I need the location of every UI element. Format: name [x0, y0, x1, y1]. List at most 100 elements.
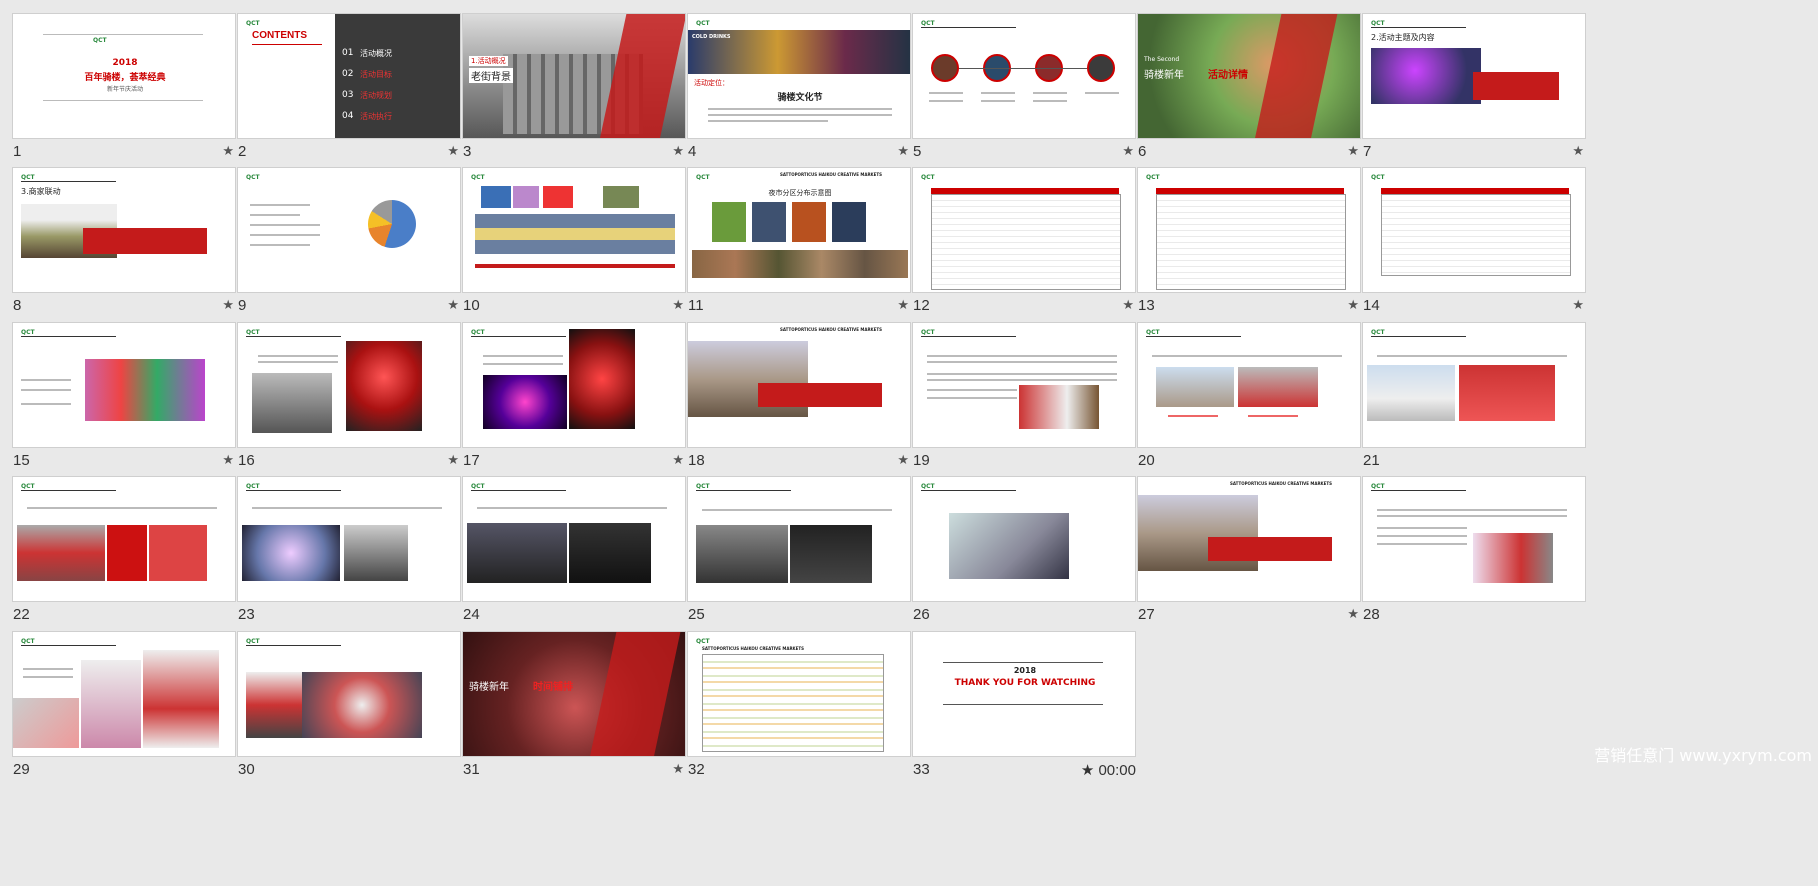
slide-thumbnail[interactable]: 2018 THANK YOU FOR WATCHING 33 ★ 00:00 [912, 631, 1138, 781]
slide-preview[interactable]: QCT [912, 13, 1136, 139]
slide-thumbnail[interactable]: SATTOPORTICUS HAIKOU CREATIVE MARKETS 27… [1137, 476, 1363, 626]
slide-thumbnail[interactable]: QCT SATTOPORTICUS HAIKOU CREATIVE MARKET… [687, 167, 913, 317]
slide-thumbnail[interactable]: QCT 10 ★ [462, 167, 688, 317]
slide-thumbnail[interactable]: QCT 16 ★ [237, 322, 463, 472]
slide-preview[interactable]: QCT [912, 322, 1136, 448]
slide-title: 夜市分区分布示意图 [768, 189, 832, 197]
slide-thumbnail[interactable]: QCT 9 ★ [237, 167, 463, 317]
header-banner: SATTOPORTICUS HAIKOU CREATIVE MARKETS [780, 327, 882, 332]
slide-thumbnail[interactable]: QCT 22 [12, 476, 238, 626]
header-banner: SATTOPORTICUS HAIKOU CREATIVE MARKETS [702, 646, 804, 651]
slide-thumbnail[interactable]: The Second 骑楼新年 活动详情 6 ★ [1137, 13, 1363, 163]
slide-preview[interactable]: QCT [237, 167, 461, 293]
slide-number: 22 [13, 606, 30, 623]
slide-preview[interactable]: SATTOPORTICUS HAIKOU CREATIVE MARKETS [1137, 476, 1361, 602]
slide-title: 百年骑楼，荟萃经典 [84, 73, 166, 83]
slide-sorter-grid: QCT 2018 百年骑楼，荟萃经典 新年节庆活动 1 ★ QCT CONTEN… [0, 0, 1818, 886]
slide-thumbnail[interactable]: QCT 28 [1362, 476, 1588, 626]
star-icon: ★ [1572, 298, 1584, 313]
slide-preview[interactable]: QCT 2.活动主题及内容 [1362, 13, 1586, 139]
slide-thumbnail[interactable]: QCT 13 ★ [1137, 167, 1363, 317]
slide-thumbnail[interactable]: QCT 29 [12, 631, 238, 781]
slide-title-highlight: 时间铺排 [533, 682, 573, 693]
slide-preview[interactable]: The Second 骑楼新年 活动详情 [1137, 13, 1361, 139]
slide-preview[interactable]: QCT [1362, 322, 1586, 448]
slide-preview[interactable]: QCT 2018 百年骑楼，荟萃经典 新年节庆活动 [12, 13, 236, 139]
section-label: 2.活动主题及内容 [1371, 33, 1435, 42]
slide-logo: QCT [1371, 483, 1385, 490]
slide-preview[interactable]: QCT [1362, 167, 1586, 293]
star-icon: ★ [447, 298, 459, 313]
slide-thumbnail[interactable]: QCT 23 [237, 476, 463, 626]
slide-preview[interactable]: QCT [237, 631, 461, 757]
slide-logo: QCT [1371, 329, 1385, 336]
slide-preview[interactable]: QCT [237, 322, 461, 448]
slide-thumbnail[interactable]: QCT 24 [462, 476, 688, 626]
slide-thumbnail[interactable]: QCT 25 [687, 476, 913, 626]
section-label: 活动定位： [694, 79, 729, 87]
slide-preview[interactable]: QCT [1362, 476, 1586, 602]
toc-item: 活动规划 [360, 91, 392, 100]
slide-preview[interactable]: 骑楼新年 时间铺排 [462, 631, 686, 757]
slide-thumbnail[interactable]: SATTOPORTICUS HAIKOU CREATIVE MARKETS 18… [687, 322, 913, 472]
toc-item: 活动执行 [360, 112, 392, 121]
slide-thumbnail[interactable]: QCT 21 [1362, 322, 1588, 472]
slide-preview[interactable]: QCT 3.商家联动 [12, 167, 236, 293]
slide-logo: QCT [921, 483, 935, 490]
slide-thumbnail[interactable]: 1.活动概况 老街背景 3 ★ [462, 13, 688, 163]
slide-preview[interactable]: QCT [12, 322, 236, 448]
slide-preview[interactable]: QCT [1137, 322, 1361, 448]
star-icon: ★ [672, 298, 684, 313]
slide-preview[interactable]: QCT [687, 476, 911, 602]
slide-number: 24 [463, 606, 480, 623]
slide-logo: QCT [246, 329, 260, 336]
slide-preview[interactable]: QCT [462, 322, 686, 448]
slide-title: 骑楼新年 [469, 682, 509, 693]
star-icon: ★ [897, 298, 909, 313]
slide-preview[interactable]: QCT [462, 476, 686, 602]
slide-preview[interactable]: QCT [12, 476, 236, 602]
slide-preview[interactable]: QCT [237, 476, 461, 602]
slide-thumbnail[interactable]: QCT 12 ★ [912, 167, 1138, 317]
slide-preview[interactable]: 1.活动概况 老街背景 [462, 13, 686, 139]
slide-thumbnail[interactable]: QCT 2.活动主题及内容 7 ★ [1362, 13, 1588, 163]
slide-thumbnail[interactable]: QCT SATTOPORTICUS HAIKOU CREATIVE MARKET… [687, 631, 913, 781]
slide-preview[interactable]: QCT [912, 476, 1136, 602]
sign-text: COLD DRINKS [692, 34, 731, 40]
slide-logo: QCT [921, 329, 935, 336]
slide-subtitle: 新年节庆活动 [106, 86, 143, 93]
slide-preview[interactable]: QCT CONTENTS 01 活动概况 02 活动目标 03 活动规划 04 … [237, 13, 461, 139]
slide-preview[interactable]: QCT COLD DRINKS 活动定位： 骑楼文化节 [687, 13, 911, 139]
slide-logo: QCT [246, 20, 260, 27]
toc-number: 04 [342, 111, 354, 121]
slide-preview[interactable]: 2018 THANK YOU FOR WATCHING [912, 631, 1136, 757]
slide-preview[interactable]: QCT [462, 167, 686, 293]
slide-thumbnail[interactable]: QCT 5 ★ [912, 13, 1138, 163]
slide-thumbnail[interactable]: QCT 19 [912, 322, 1138, 472]
slide-preview[interactable]: QCT [12, 631, 236, 757]
slide-preview[interactable]: QCT [1137, 167, 1361, 293]
slide-thumbnail[interactable]: QCT 15 ★ [12, 322, 238, 472]
slide-preview[interactable]: SATTOPORTICUS HAIKOU CREATIVE MARKETS [687, 322, 911, 448]
slide-number: 15 [13, 452, 30, 469]
watermark: 营销任意门 www.yxrym.com [1594, 746, 1812, 765]
slide-preview[interactable]: QCT [912, 167, 1136, 293]
slide-thumbnail[interactable]: QCT 17 ★ [462, 322, 688, 472]
slide-thumbnail[interactable]: QCT 2018 百年骑楼，荟萃经典 新年节庆活动 1 ★ [12, 13, 238, 163]
slide-number: 33 [913, 761, 930, 778]
slide-thumbnail[interactable]: QCT 20 [1137, 322, 1363, 472]
slide-preview[interactable]: QCT SATTOPORTICUS HAIKOU CREATIVE MARKET… [687, 167, 911, 293]
slide-thumbnail[interactable]: QCT 3.商家联动 8 ★ [12, 167, 238, 317]
toc-number: 02 [342, 69, 354, 79]
slide-thumbnail[interactable]: QCT 14 ★ [1362, 167, 1588, 317]
slide-preview[interactable]: QCT SATTOPORTICUS HAIKOU CREATIVE MARKET… [687, 631, 911, 757]
slide-thumbnail[interactable]: QCT CONTENTS 01 活动概况 02 活动目标 03 活动规划 04 … [237, 13, 463, 163]
slide-thumbnail[interactable]: 骑楼新年 时间铺排 31 ★ [462, 631, 688, 781]
star-icon: ★ [1347, 298, 1359, 313]
slide-thumbnail[interactable]: QCT COLD DRINKS 活动定位： 骑楼文化节 4 ★ [687, 13, 913, 163]
slide-logo: QCT [1146, 174, 1160, 181]
slide-year: 2018 [1013, 666, 1037, 675]
slide-thumbnail[interactable]: QCT 26 [912, 476, 1138, 626]
slide-thumbnail[interactable]: QCT 30 [237, 631, 463, 781]
slide-logo: QCT [696, 638, 710, 645]
